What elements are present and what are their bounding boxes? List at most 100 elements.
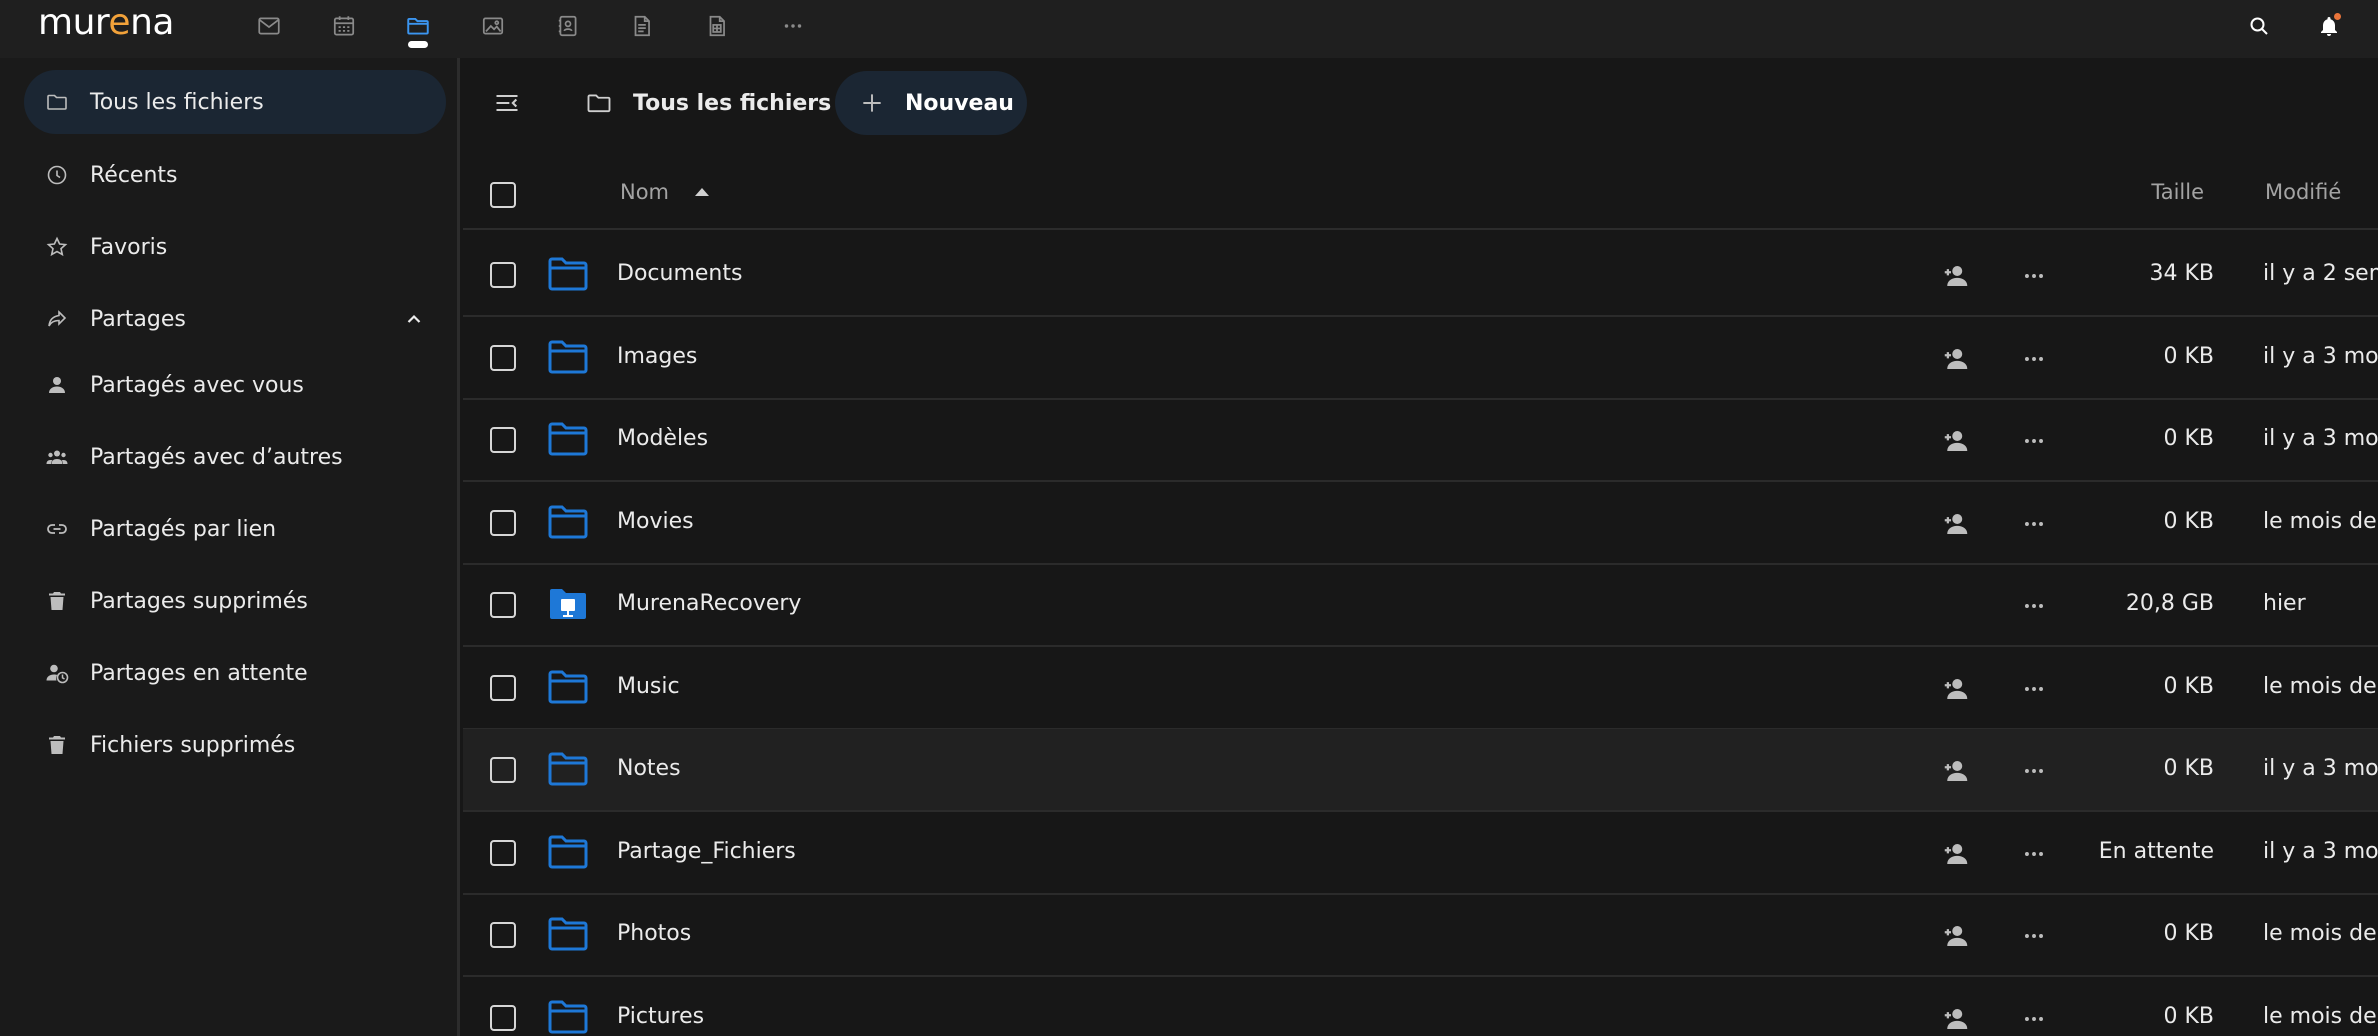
select-all-checkbox[interactable] (490, 182, 516, 208)
sidebar-item-label: Favoris (90, 234, 168, 260)
file-name[interactable]: Images (617, 344, 697, 369)
file-name[interactable]: Photos (617, 921, 691, 946)
new-button[interactable]: Nouveau (835, 71, 1027, 135)
row-select-checkbox[interactable] (490, 344, 516, 371)
sidebar-item-shared-by-link[interactable]: Partagés par lien (24, 497, 446, 561)
plus-icon (863, 94, 881, 112)
more-actions-icon[interactable] (2018, 673, 2050, 705)
file-modified: il y a 3 mois (2263, 756, 2378, 781)
sidebar-item-shares[interactable]: Partages (24, 287, 446, 351)
more-actions-icon[interactable] (2018, 260, 2050, 292)
spreadsheet-icon[interactable] (697, 6, 737, 46)
external-storage-folder-icon (550, 589, 586, 619)
more-actions-icon[interactable] (2018, 343, 2050, 375)
file-name[interactable]: Notes (617, 756, 681, 781)
share-icon[interactable] (1940, 755, 1972, 787)
breadcrumb[interactable]: Tous les fichiers (585, 80, 831, 126)
files-icon[interactable] (398, 6, 438, 46)
toggle-navigation-icon[interactable] (489, 85, 525, 121)
sidebar-item-shared-with-you[interactable]: Partagés avec vous (24, 353, 446, 417)
calendar-icon[interactable] (324, 6, 364, 46)
new-button-label: Nouveau (905, 90, 1014, 116)
file-size: 0 KB (2163, 756, 2214, 781)
file-size: 0 KB (2163, 921, 2214, 946)
share-icon[interactable] (1940, 920, 1972, 952)
bell-icon[interactable] (2307, 4, 2351, 48)
file-modified: hier (2263, 591, 2306, 616)
row-select-checkbox[interactable] (490, 674, 516, 701)
sidebar-item-deleted-files[interactable]: Fichiers supprimés (24, 713, 446, 777)
file-modified: le mois dernier (2263, 508, 2378, 534)
table-row[interactable]: Modèles 0 KB il y a 3 mois (463, 399, 2378, 482)
chevron-up-icon[interactable] (400, 305, 428, 333)
photos-icon[interactable] (473, 6, 513, 46)
row-select-checkbox[interactable] (490, 757, 516, 783)
more-actions-icon[interactable] (2018, 508, 2050, 540)
search-icon[interactable] (2237, 4, 2281, 48)
sidebar-item-pending-shares[interactable]: Partages en attente (24, 641, 446, 705)
folder-icon (548, 1000, 588, 1033)
table-row[interactable]: Documents 34 KB il y a 2 semaines (463, 234, 2378, 317)
contacts-icon[interactable] (548, 6, 588, 46)
notes-icon[interactable] (622, 6, 662, 46)
row-select-checkbox[interactable] (490, 262, 516, 288)
share-icon[interactable] (1940, 425, 1972, 457)
folder-icon (548, 340, 588, 373)
mail-icon[interactable] (249, 6, 289, 46)
file-modified: le mois dernier (2263, 1003, 2378, 1029)
trash-icon (40, 584, 74, 618)
file-size: 34 KB (2149, 261, 2214, 286)
row-select-checkbox[interactable] (490, 1004, 516, 1031)
table-row[interactable]: Pictures 0 KB le mois dernier (463, 977, 2378, 1036)
file-name[interactable]: MurenaRecovery (617, 591, 801, 616)
star-icon (40, 230, 74, 264)
table-row[interactable]: MurenaRecovery 20,8 GB hier (463, 564, 2378, 647)
share-icon[interactable] (1940, 508, 1972, 540)
row-select-checkbox[interactable] (490, 839, 516, 866)
table-row[interactable]: Images 0 KB il y a 3 mois (463, 317, 2378, 400)
file-modified: il y a 3 mois (2263, 343, 2378, 369)
sidebar-item-deleted-shares[interactable]: Partages supprimés (24, 569, 446, 633)
file-name[interactable]: Music (617, 674, 680, 699)
row-select-checkbox[interactable] (490, 509, 516, 536)
more-apps-icon[interactable] (773, 6, 813, 46)
more-actions-icon[interactable] (2018, 590, 2050, 622)
share-icon[interactable] (1940, 343, 1972, 375)
sidebar-item-all-files[interactable]: Tous les fichiers (24, 70, 446, 134)
top-header: murena (0, 0, 2378, 58)
file-name[interactable]: Partage_Fichiers (617, 839, 796, 864)
more-actions-icon[interactable] (2018, 1003, 2050, 1035)
more-actions-icon[interactable] (2018, 755, 2050, 787)
table-row[interactable]: Photos 0 KB le mois dernier (463, 894, 2378, 977)
file-modified: il y a 3 mois (2263, 838, 2378, 864)
table-row[interactable]: Partage_Fichiers En attente il y a 3 mois (463, 812, 2378, 895)
sidebar-item-recent[interactable]: Récents (24, 143, 446, 207)
clock-icon (40, 158, 74, 192)
table-row[interactable]: Notes 0 KB il y a 3 mois (463, 729, 2378, 812)
share-icon[interactable] (1940, 838, 1972, 870)
file-name[interactable]: Documents (617, 261, 742, 286)
table-row[interactable]: Movies 0 KB le mois dernier (463, 482, 2378, 565)
more-actions-icon[interactable] (2018, 838, 2050, 870)
sidebar-item-shared-with-others[interactable]: Partagés avec d’autres (24, 425, 446, 489)
share-icon[interactable] (1940, 1003, 1972, 1035)
file-name[interactable]: Pictures (617, 1004, 704, 1029)
folder-icon (548, 505, 588, 538)
murena-logo[interactable]: murena (38, 3, 174, 43)
file-name[interactable]: Modèles (617, 426, 708, 451)
more-actions-icon[interactable] (2018, 920, 2050, 952)
sidebar-item-label: Partages en attente (90, 660, 308, 686)
table-row[interactable]: Music 0 KB le mois dernier (463, 647, 2378, 730)
share-icon[interactable] (1940, 673, 1972, 705)
column-header-size[interactable]: Taille (2151, 180, 2204, 204)
column-header-modified[interactable]: Modifié (2265, 180, 2341, 204)
row-select-checkbox[interactable] (490, 592, 516, 618)
row-select-checkbox[interactable] (490, 427, 516, 453)
row-select-checkbox[interactable] (490, 922, 516, 948)
column-header-name[interactable]: Nom (620, 180, 710, 204)
sidebar-item-favorites[interactable]: Favoris (24, 215, 446, 279)
file-size: 20,8 GB (2125, 591, 2214, 616)
share-icon[interactable] (1940, 260, 1972, 292)
file-name[interactable]: Movies (617, 509, 694, 534)
more-actions-icon[interactable] (2018, 425, 2050, 457)
